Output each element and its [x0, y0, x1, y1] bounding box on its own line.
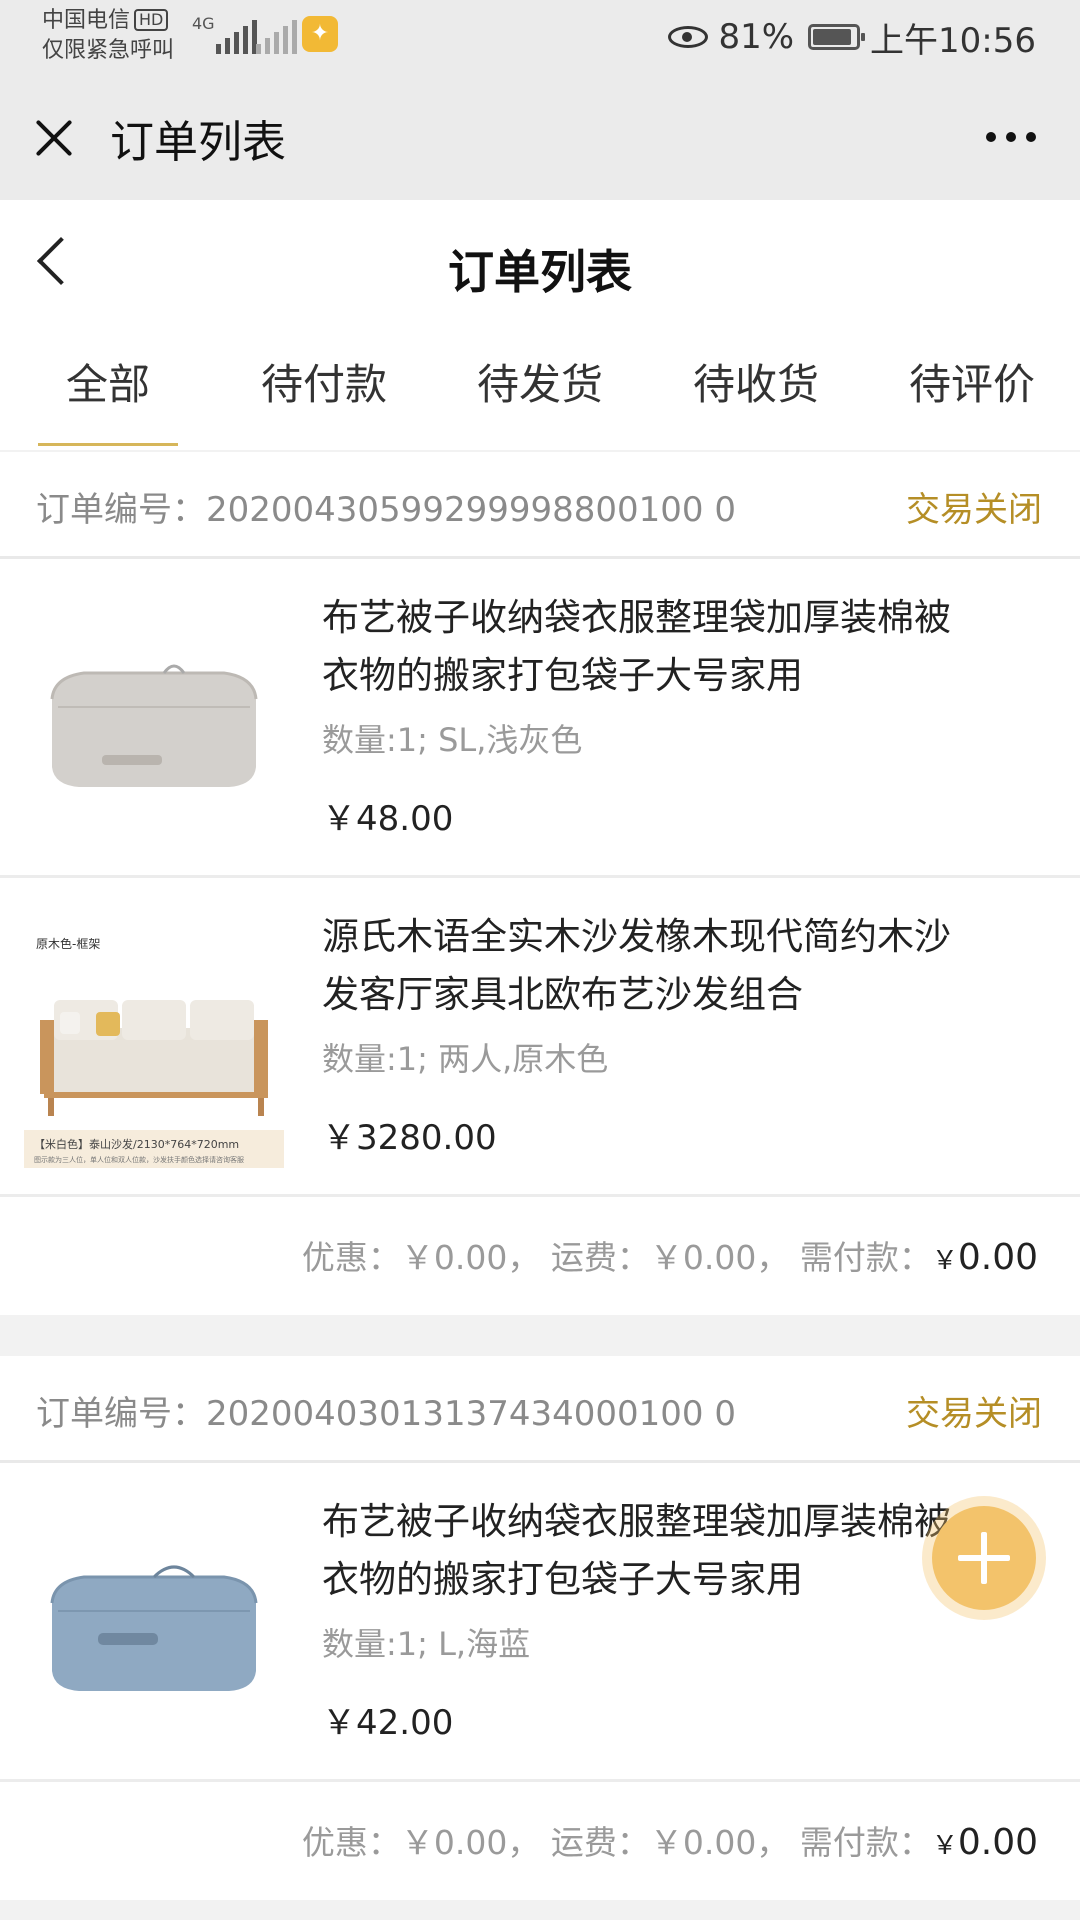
- tab-pending-receipt[interactable]: 待收货: [648, 330, 864, 450]
- product-price: ￥42.00: [322, 1703, 454, 1743]
- order-card[interactable]: 订单编号：20200430599299998800100 0 交易关闭 布艺被子…: [0, 452, 1080, 1315]
- order-status: 交易关闭: [906, 1394, 1042, 1434]
- thumb-note: 图示款为三人位，单人位和双人位款，沙发扶手颜色选择请咨询客服: [34, 1155, 244, 1164]
- signal-strength-icon: [216, 20, 257, 54]
- order-status-tabs: 全部 待付款 待发货 待收货 待评价: [0, 330, 1080, 450]
- item-info: 布艺被子收纳袋衣服整理袋加厚装棉被衣物的搬家打包袋子大号家用 数量:1; L,海…: [322, 1493, 982, 1744]
- order-number: 订单编号：20200403013137434000100 0: [36, 1394, 736, 1434]
- signal-icons: 4G: [192, 14, 372, 54]
- webview-header: 订单列表: [0, 76, 1080, 200]
- order-summary: 优惠：￥0.00， 运费：￥0.00， 需付款：￥0.00: [0, 1782, 1080, 1900]
- product-price: ￥48.00: [322, 799, 454, 839]
- product-spec: 数量:1; L,海蓝: [322, 1625, 531, 1663]
- status-right: 81% 上午10:56: [668, 12, 1036, 62]
- order-header: 订单编号：20200430599299998800100 0 交易关闭: [0, 452, 1080, 559]
- storage-bag-grey-image: [24, 589, 284, 849]
- product-name: 布艺被子收纳袋衣服整理袋加厚装棉被衣物的搬家打包袋子大号家用: [322, 1500, 951, 1601]
- payable-currency: ￥: [931, 1246, 958, 1276]
- payable-amount: 0.00: [957, 1237, 1038, 1278]
- summary-text: 优惠：￥0.00， 运费：￥0.00， 需付款：￥0.00: [302, 1816, 1038, 1864]
- more-options-icon[interactable]: [986, 132, 1036, 142]
- signal-strength-2-icon: [256, 20, 297, 54]
- product-name: 源氏木语全实木沙发橡木现代简约木沙发客厅家具北欧布艺沙发组合: [322, 915, 951, 1016]
- status-bar: 中国电信 HD 仅限紧急呼叫 4G ✦ 81% 上午10:56: [0, 0, 1080, 76]
- product-price: ￥3280.00: [322, 1118, 497, 1158]
- close-icon[interactable]: [32, 116, 76, 160]
- eye-comfort-icon: [668, 26, 709, 48]
- sofa-image: 原木色-框架 【米白色】泰山沙发/2130*764*720mm 图示款为三人位，…: [24, 908, 284, 1168]
- app-notification-icon: ✦: [302, 16, 338, 52]
- product-spec: 数量:1; SL,浅灰色: [322, 721, 583, 759]
- storage-bag-blue-image: [24, 1493, 284, 1753]
- payable-currency: ￥: [931, 1831, 958, 1861]
- order-card[interactable]: 订单编号：20200403013137434000100 0 交易关闭 布艺被子…: [0, 1356, 1080, 1900]
- summary-text: 优惠：￥0.00， 运费：￥0.00， 需付款：￥0.00: [302, 1231, 1038, 1279]
- discount-amount: 优惠：￥0.00，: [301, 1823, 541, 1862]
- product-name: 布艺被子收纳袋衣服整理袋加厚装棉被衣物的搬家打包袋子大号家用: [322, 596, 951, 697]
- hd-badge: HD: [134, 9, 169, 31]
- order-number: 订单编号：20200430599299998800100 0: [36, 490, 736, 530]
- add-floating-button[interactable]: [932, 1506, 1036, 1610]
- thumb-top-label: 原木色-框架: [36, 937, 100, 951]
- item-info: 布艺被子收纳袋衣服整理袋加厚装棉被衣物的搬家打包袋子大号家用 数量:1; SL,…: [322, 589, 982, 840]
- shipping-fee: 运费：￥0.00，: [550, 1238, 790, 1277]
- webview-title: 订单列表: [110, 117, 286, 168]
- order-header: 订单编号：20200403013137434000100 0 交易关闭: [0, 1356, 1080, 1463]
- battery-icon: [808, 24, 866, 50]
- discount-amount: 优惠：￥0.00，: [301, 1238, 541, 1277]
- shipping-fee: 运费：￥0.00，: [550, 1823, 790, 1862]
- page-nav-bar: 订单列表: [0, 200, 1080, 330]
- clock: 上午10:56: [870, 20, 1036, 61]
- battery-percent: 81%: [718, 17, 795, 57]
- tab-pending-shipment[interactable]: 待发货: [432, 330, 648, 450]
- thumb-caption: 【米白色】泰山沙发/2130*764*720mm: [34, 1137, 239, 1151]
- emergency-label: 仅限紧急呼叫: [42, 38, 175, 63]
- tab-pending-review[interactable]: 待评价: [864, 330, 1080, 450]
- order-summary: 优惠：￥0.00， 运费：￥0.00， 需付款：￥0.00: [0, 1197, 1080, 1315]
- tab-pending-payment[interactable]: 待付款: [216, 330, 432, 450]
- item-info: 源氏木语全实木沙发橡木现代简约木沙发客厅家具北欧布艺沙发组合 数量:1; 两人,…: [322, 908, 982, 1159]
- payable-label: 需付款：: [799, 1823, 932, 1862]
- tab-all[interactable]: 全部: [0, 330, 216, 450]
- order-item[interactable]: 布艺被子收纳袋衣服整理袋加厚装棉被衣物的搬家打包袋子大号家用 数量:1; L,海…: [0, 1463, 1080, 1782]
- order-item[interactable]: 布艺被子收纳袋衣服整理袋加厚装棉被衣物的搬家打包袋子大号家用 数量:1; SL,…: [0, 559, 1080, 878]
- page-title: 订单列表: [448, 245, 632, 299]
- order-status: 交易关闭: [906, 490, 1042, 530]
- carrier-info: 中国电信 HD 仅限紧急呼叫: [42, 6, 174, 66]
- order-item[interactable]: 原木色-框架 【米白色】泰山沙发/2130*764*720mm 图示款为三人位，…: [0, 878, 1080, 1197]
- carrier-name: 中国电信: [42, 8, 131, 33]
- payable-label: 需付款：: [799, 1238, 932, 1277]
- payable-amount: 0.00: [957, 1822, 1038, 1863]
- product-spec: 数量:1; 两人,原木色: [322, 1040, 609, 1078]
- network-type: 4G: [192, 14, 215, 33]
